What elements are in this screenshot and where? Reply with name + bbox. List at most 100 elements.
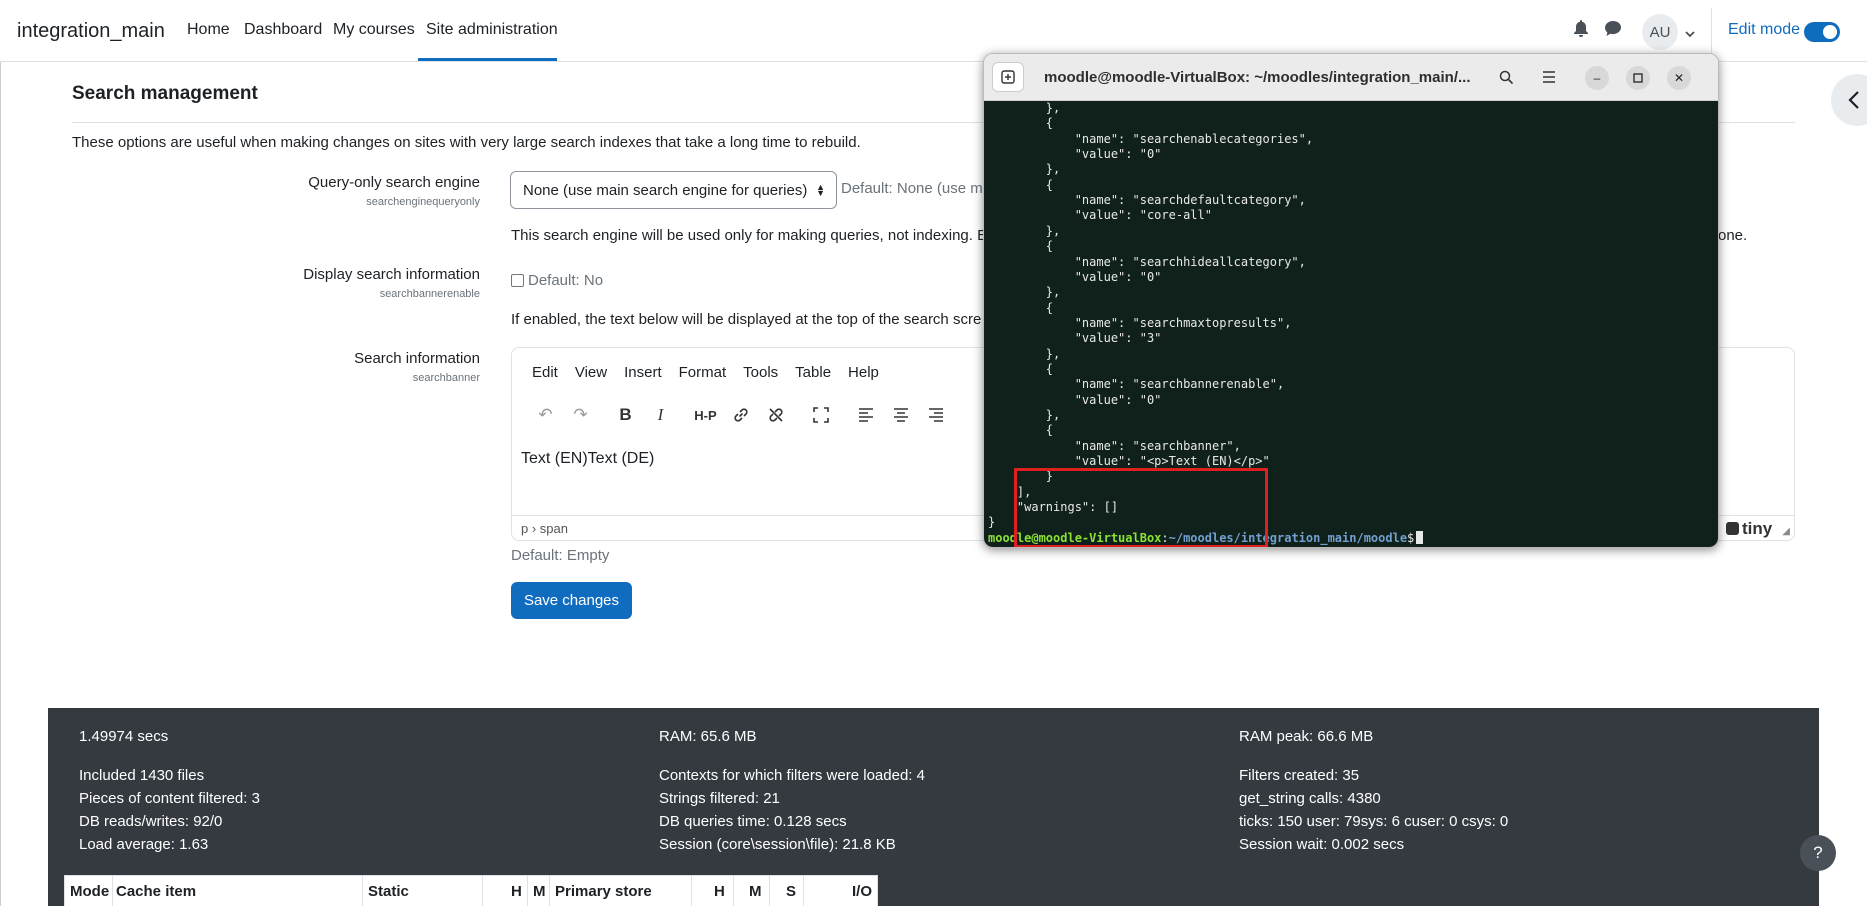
terminal-line: "name": "searchbannerenable", bbox=[988, 377, 1285, 392]
th-m1: M bbox=[533, 883, 546, 900]
setting-label-search-info: Search information bbox=[354, 350, 480, 367]
maximize-icon[interactable] bbox=[1626, 66, 1650, 90]
terminal-line: "value": "0" bbox=[988, 147, 1162, 162]
unlink-icon[interactable] bbox=[758, 401, 793, 429]
italic-icon[interactable]: I bbox=[643, 401, 678, 429]
editor-element-path[interactable]: p › span bbox=[521, 521, 568, 536]
select-arrows-icon: ▲ ▼ bbox=[816, 182, 825, 198]
terminal-line: }, bbox=[988, 408, 1061, 422]
terminal-line: } bbox=[988, 515, 996, 530]
terminal-line: }, bbox=[988, 101, 1061, 115]
nav-my-courses[interactable]: My courses bbox=[333, 21, 415, 39]
terminal-line: "value": "<p>Text (EN)</p>" bbox=[988, 454, 1270, 469]
terminal-window: moodle@moodle-VirtualBox: ~/moodles/inte… bbox=[983, 53, 1719, 548]
editor-content[interactable]: Text (EN)Text (DE) bbox=[521, 450, 654, 468]
perf-contexts: Contexts for which filters were loaded: … bbox=[659, 767, 925, 784]
terminal-line: { bbox=[988, 116, 1054, 131]
th-s: S bbox=[786, 883, 797, 900]
h5p-icon[interactable]: H-P bbox=[688, 401, 723, 429]
setting-key-query-engine: searchenginequeryonly bbox=[366, 196, 480, 208]
user-avatar[interactable]: AU bbox=[1642, 14, 1678, 50]
searchbanner-highlight bbox=[1014, 468, 1268, 547]
menu-format[interactable]: Format bbox=[679, 364, 727, 381]
fullscreen-icon[interactable] bbox=[803, 401, 838, 429]
query-engine-description: This search engine will be used only for… bbox=[511, 227, 988, 244]
setting-key-display-search-info: searchbannerenable bbox=[379, 288, 480, 300]
tiny-logo-text: tiny bbox=[1742, 519, 1773, 538]
menu-view[interactable]: View bbox=[575, 364, 607, 381]
new-tab-icon[interactable] bbox=[992, 62, 1024, 92]
cache-table-header: Mode Cache item Static H M Primary store… bbox=[64, 875, 878, 906]
help-button[interactable]: ? bbox=[1800, 835, 1836, 871]
site-brand[interactable]: integration_main bbox=[17, 20, 165, 43]
section-intro: These options are useful when making cha… bbox=[72, 134, 861, 151]
perf-ram-peak: RAM peak: 66.6 MB bbox=[1239, 728, 1374, 745]
link-icon[interactable] bbox=[723, 401, 758, 429]
editor-toolbar: ↶ ↷ B I H-P bbox=[528, 401, 953, 429]
terminal-cursor bbox=[1416, 530, 1424, 544]
perf-db-rw: DB reads/writes: 92/0 bbox=[79, 813, 223, 830]
bell-icon[interactable] bbox=[1573, 20, 1589, 43]
performance-footer: 1.49974 secs Included 1430 files Pieces … bbox=[48, 708, 1819, 906]
align-right-icon[interactable] bbox=[918, 401, 953, 429]
menu-insert[interactable]: Insert bbox=[624, 364, 662, 381]
chevron-down-icon[interactable] bbox=[1685, 25, 1695, 43]
tiny-logo[interactable]: tiny bbox=[1726, 519, 1772, 539]
th-static: Static bbox=[368, 883, 409, 900]
nav-dashboard[interactable]: Dashboard bbox=[244, 21, 322, 39]
open-drawer-button[interactable] bbox=[1831, 74, 1867, 126]
terminal-menu-icon[interactable] bbox=[1533, 62, 1565, 92]
terminal-line: "value": "core-all" bbox=[988, 208, 1212, 223]
menu-table[interactable]: Table bbox=[795, 364, 831, 381]
search-info-default: Default: Empty bbox=[511, 547, 610, 564]
perf-time: 1.49974 secs bbox=[79, 728, 169, 745]
resize-handle-icon[interactable]: ◢ bbox=[1782, 526, 1790, 537]
nav-site-administration[interactable]: Site administration bbox=[426, 21, 558, 39]
bold-icon[interactable]: B bbox=[608, 401, 643, 429]
terminal-line: { bbox=[988, 423, 1054, 438]
terminal-line: { bbox=[988, 177, 1054, 192]
close-icon[interactable]: ✕ bbox=[1667, 66, 1691, 90]
terminal-line: "name": "searchbanner", bbox=[988, 438, 1241, 453]
terminal-line: }, bbox=[988, 285, 1061, 300]
query-engine-select[interactable]: None (use main search engine for queries… bbox=[510, 171, 837, 209]
nav-active-indicator bbox=[418, 58, 557, 61]
perf-session-wait: Session wait: 0.002 secs bbox=[1239, 836, 1405, 853]
section-title: Search management bbox=[72, 83, 258, 104]
th-m2: M bbox=[749, 883, 762, 900]
redo-icon[interactable]: ↷ bbox=[563, 401, 598, 429]
terminal-line: { bbox=[988, 361, 1054, 376]
tiny-logo-icon bbox=[1726, 522, 1739, 535]
perf-files: Included 1430 files bbox=[79, 767, 205, 784]
menu-help[interactable]: Help bbox=[848, 364, 879, 381]
setting-label-display-search-info: Display search information bbox=[303, 266, 480, 283]
query-engine-default: Default: None (use m bbox=[841, 180, 983, 197]
terminal-line: }, bbox=[988, 223, 1061, 238]
terminal-line: "name": "searchmaxtopresults", bbox=[988, 315, 1292, 330]
perf-ram: RAM: 65.6 MB bbox=[659, 728, 757, 745]
perf-strings: Strings filtered: 21 bbox=[659, 790, 780, 807]
perf-db-time: DB queries time: 0.128 secs bbox=[659, 813, 847, 830]
menu-edit[interactable]: Edit bbox=[532, 364, 558, 381]
display-search-info-default: Default: No bbox=[528, 272, 604, 289]
align-left-icon[interactable] bbox=[848, 401, 883, 429]
terminal-output[interactable]: }, { "name": "searchenablecategories", "… bbox=[984, 101, 1718, 547]
minimize-icon[interactable]: – bbox=[1585, 66, 1609, 90]
th-h2: H bbox=[714, 883, 725, 900]
messages-icon[interactable] bbox=[1604, 20, 1622, 43]
menu-tools[interactable]: Tools bbox=[743, 364, 778, 381]
undo-icon[interactable]: ↶ bbox=[528, 401, 563, 429]
query-engine-description-tail: one. bbox=[1718, 227, 1748, 244]
terminal-line: "name": "searchhideallcategory", bbox=[988, 254, 1306, 269]
nav-home[interactable]: Home bbox=[187, 21, 230, 39]
align-center-icon[interactable] bbox=[883, 401, 918, 429]
perf-get-string: get_string calls: 4380 bbox=[1239, 790, 1381, 807]
save-changes-button[interactable]: Save changes bbox=[511, 582, 632, 619]
th-primary-store: Primary store bbox=[555, 883, 652, 900]
display-search-info-checkbox[interactable] bbox=[511, 274, 524, 287]
terminal-line: { bbox=[988, 300, 1054, 315]
setting-label-query-engine: Query-only search engine bbox=[308, 174, 480, 191]
edit-mode-toggle[interactable] bbox=[1804, 22, 1840, 42]
terminal-search-icon[interactable] bbox=[1490, 62, 1522, 92]
terminal-titlebar[interactable]: moodle@moodle-VirtualBox: ~/moodles/inte… bbox=[984, 54, 1718, 101]
